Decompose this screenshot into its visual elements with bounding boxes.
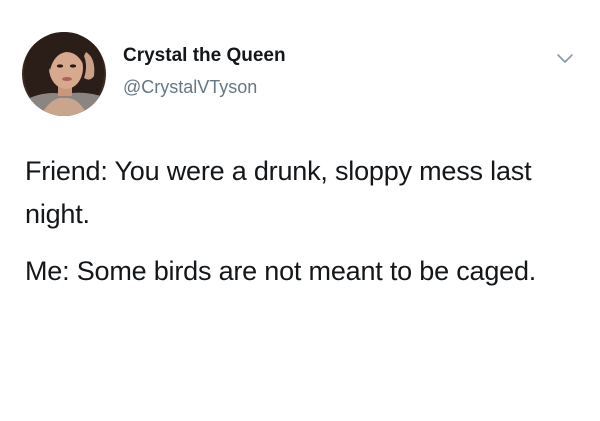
tweet-text: Friend: You were a drunk, sloppy mess la… bbox=[25, 150, 585, 293]
avatar[interactable] bbox=[22, 32, 106, 116]
user-handle[interactable]: @CrystalVTyson bbox=[123, 77, 257, 98]
chevron-down-icon[interactable] bbox=[556, 52, 574, 64]
tweet-card: Crystal the Queen @CrystalVTyson Friend:… bbox=[0, 0, 600, 421]
tweet-paragraph: Friend: You were a drunk, sloppy mess la… bbox=[25, 156, 532, 229]
profile-photo bbox=[22, 32, 106, 116]
display-name[interactable]: Crystal the Queen bbox=[123, 45, 286, 67]
tweet-paragraph: Me: Some birds are not meant to be caged… bbox=[25, 256, 537, 286]
